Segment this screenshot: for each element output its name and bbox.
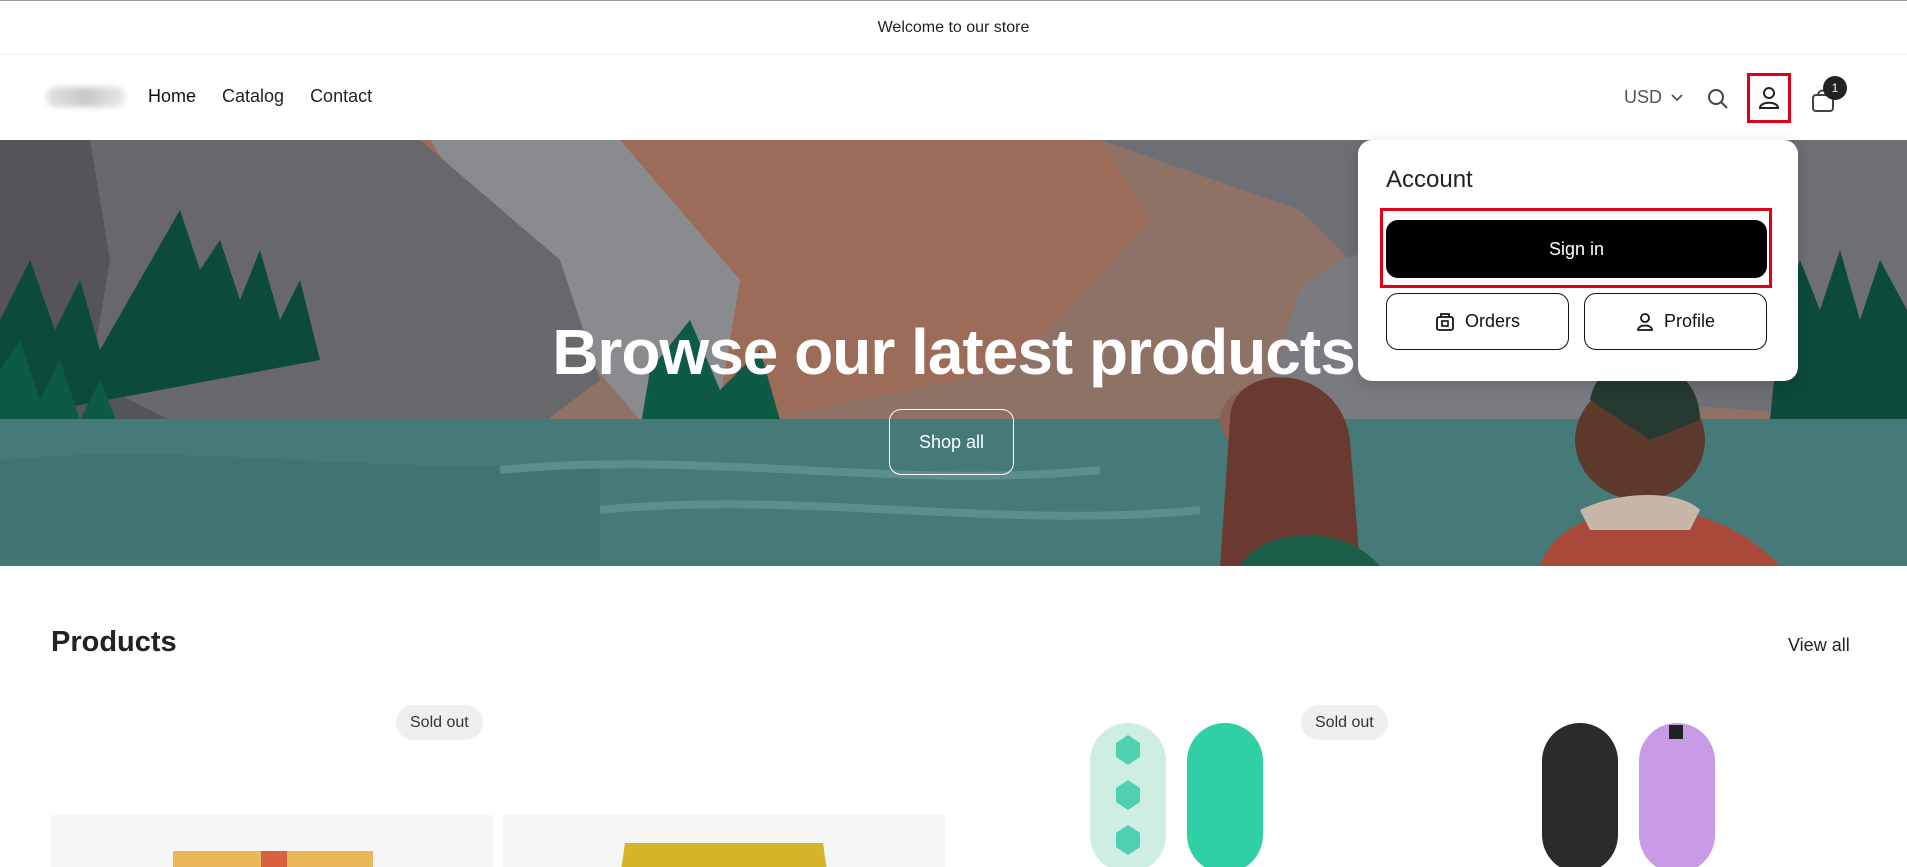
product-image [503,815,945,867]
profile-icon [1637,312,1653,331]
orders-label: Orders [1464,311,1520,331]
cart-count-badge: 1 [1823,76,1847,100]
profile-button[interactable]: Profile [1584,293,1767,350]
nav-catalog[interactable]: Catalog [222,86,284,107]
product-card[interactable] [503,695,945,867]
search-icon[interactable] [1704,85,1732,113]
sign-in-button[interactable]: Sign in [1386,220,1767,278]
sold-out-badge: Sold out [396,705,483,740]
account-dropdown: Account Sign in Orders Profile [1358,140,1798,381]
announcement-text: Welcome to our store [877,18,1030,36]
sold-out-badge: Sold out [1301,705,1388,740]
nav-home[interactable]: Home [148,86,196,107]
nav-contact[interactable]: Contact [310,86,372,107]
main-nav: Home Catalog Contact [148,86,372,107]
orders-icon [1436,312,1454,331]
product-image [1542,723,1715,867]
currency-label: USD [1624,87,1663,107]
announcement-bar: Welcome to our store [0,1,1907,55]
chevron-down-icon [1671,93,1683,101]
site-header: Home Catalog Contact USD 1 [0,55,1907,140]
products-heading: Products [51,626,177,658]
currency-selector[interactable]: USD [1624,87,1684,108]
shop-all-button[interactable]: Shop all [889,409,1014,475]
store-logo[interactable] [46,87,126,107]
profile-label: Profile [1663,311,1716,331]
view-all-link[interactable]: View all [1788,635,1850,656]
orders-button[interactable]: Orders [1386,293,1569,350]
account-menu-title: Account [1386,166,1473,193]
product-card[interactable] [1407,695,1849,867]
account-icon[interactable] [1747,73,1791,123]
